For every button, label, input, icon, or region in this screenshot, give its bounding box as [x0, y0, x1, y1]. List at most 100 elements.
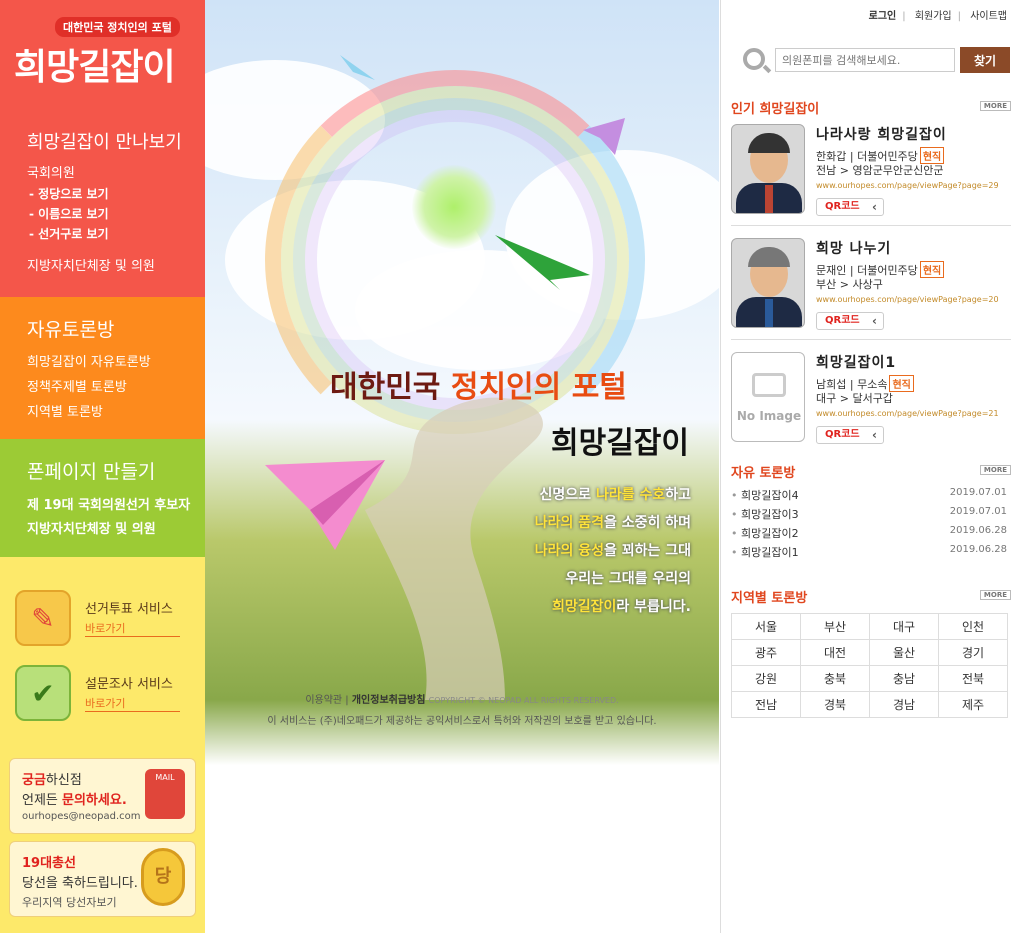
poem-highlight: 나라의 융성	[534, 543, 604, 559]
region-cell[interactable]: 울산	[869, 639, 939, 666]
no-image-text: No Image	[736, 409, 802, 423]
privacy-link[interactable]: 개인정보취급방침	[352, 695, 426, 706]
hero-title: 희망길잡이	[551, 426, 689, 461]
region-cell[interactable]: 대전	[800, 639, 870, 666]
forum-more-button[interactable]: MORE	[979, 465, 1011, 475]
copyright: COPYRIGHT © NEOPAD ALL RIGHTS RESERVED.	[428, 696, 619, 705]
login-link[interactable]: 로그인	[869, 11, 897, 22]
profile-photo[interactable]	[731, 238, 805, 328]
medal-icon: 당	[141, 848, 185, 906]
no-image-placeholder[interactable]: No Image	[731, 352, 805, 442]
profile-page-name[interactable]: 나라사랑 희망길잡이	[816, 124, 947, 144]
region-cell[interactable]: 충북	[800, 665, 870, 692]
region-cell[interactable]: 전남	[731, 691, 801, 718]
forum-menu-item[interactable]: 지역별 토론방	[27, 400, 151, 425]
region-cell[interactable]: 광주	[731, 639, 801, 666]
region-cell[interactable]: 제주	[938, 691, 1008, 718]
poem-highlight: 나라를 수호	[595, 487, 666, 503]
forum-menu-item[interactable]: 희망길잡이 자유토론방	[27, 350, 151, 375]
poem-text: 을 꾀하는 그대	[603, 543, 691, 559]
popular-more-button[interactable]: MORE	[979, 101, 1011, 111]
qr-code-button[interactable]: QR코드	[816, 426, 884, 444]
profile-url[interactable]: www.ourhopes.com/page/viewPage?page=20	[816, 295, 999, 304]
region-forum-title: 지역별 토론방	[731, 591, 808, 606]
forum-row[interactable]: 희망길잡이3 2019.07.01	[731, 506, 1013, 525]
top-nav: 로그인 | 회원가입 | 사이트맵	[868, 11, 1007, 22]
forum-post-title[interactable]: 희망길잡이2	[731, 527, 799, 540]
winners-promo[interactable]: 19대총선 당선을 축하드립니다. 우리지역 당선자보기 당	[9, 841, 196, 917]
sitemap-link[interactable]: 사이트맵	[970, 11, 1007, 22]
region-cell[interactable]: 충남	[869, 665, 939, 692]
region-cell[interactable]: 경남	[869, 691, 939, 718]
menu-national[interactable]: 국회의원	[27, 164, 155, 184]
forum-menu-title[interactable]: 자유토론방	[27, 315, 114, 342]
popular-title: 인기 희망길잡이	[731, 102, 820, 117]
poem-highlight: 나라의 품격	[534, 515, 604, 531]
footer-links: 이용약관 | 개인정보취급방침 COPYRIGHT © NEOPAD ALL R…	[305, 695, 619, 706]
vote-service-link[interactable]: 바로가기	[85, 620, 180, 637]
region-cell[interactable]: 대구	[869, 613, 939, 640]
profile-page-name[interactable]: 희망 나누기	[816, 238, 891, 258]
menu-local[interactable]: 지방자치단체장 및 의원	[27, 257, 155, 277]
forum-post-date: 2019.07.01	[949, 487, 1007, 498]
menu-by-district[interactable]: - 선거구로 보기	[27, 224, 155, 244]
terms-link[interactable]: 이용약관	[305, 695, 342, 706]
vote-service[interactable]: ✎ 선거투표 서비스 바로가기	[15, 590, 195, 650]
poem-text: 라 부릅니다.	[616, 599, 691, 615]
profile-region: 부산 > 사상구	[816, 278, 883, 291]
promo-text: 문의하세요.	[62, 793, 127, 808]
region-cell[interactable]: 전북	[938, 665, 1008, 692]
menu-meet-title[interactable]: 희망길잡이 만나보기	[27, 128, 182, 154]
profile-page-name[interactable]: 희망길잡이1	[816, 352, 896, 372]
profile-card[interactable]: 나라사랑 희망길잡이 한화갑 | 더불어민주당 현직 전남 > 영암군무안군신안군…	[731, 120, 1011, 226]
promo-text: 언제든	[22, 793, 63, 808]
promo-text: 우리지역 당선자보기	[22, 896, 117, 909]
forum-post-date: 2019.06.28	[949, 525, 1007, 536]
hero-slogan: 대한민국 정치인의 포털	[330, 362, 627, 406]
region-cell[interactable]: 경기	[938, 639, 1008, 666]
logo[interactable]: 희망길잡이	[14, 38, 176, 90]
region-more-button[interactable]: MORE	[979, 590, 1011, 600]
forum-post-title[interactable]: 희망길잡이1	[731, 546, 799, 559]
region-cell[interactable]: 부산	[800, 613, 870, 640]
forum-row[interactable]: 희망길잡이1 2019.06.28	[731, 544, 1013, 563]
profile-card[interactable]: 희망 나누기 문재인 | 더불어민주당 현직 부산 > 사상구 www.ourho…	[731, 234, 1011, 340]
signup-link[interactable]: 회원가입	[915, 11, 952, 22]
forum-menu-item[interactable]: 정책주제별 토론방	[27, 375, 151, 400]
search-button[interactable]: 찾기	[960, 47, 1010, 73]
fanpage-menu-item[interactable]: 지방자치단체장 및 의원	[27, 518, 190, 542]
fanpage-menu-title[interactable]: 폰페이지 만들기	[27, 457, 155, 484]
hero-slogan-a: 대한민국	[330, 370, 451, 405]
forum-post-title[interactable]: 희망길잡이3	[731, 508, 799, 521]
poem-text: 을 소중히 하며	[603, 515, 691, 531]
poem-text: 신명으로	[539, 487, 596, 503]
logo-area: 대한민국 정치인의 포털 희망길잡이 희망길잡이 만나보기 국회의원 - 정당으…	[0, 0, 205, 297]
survey-service-title: 설문조사 서비스	[85, 677, 173, 692]
footer-note: 이 서비스는 (주)네오패드가 제공하는 공익서비스로서 특허와 저작권의 보호…	[267, 716, 657, 727]
search-input[interactable]	[775, 48, 955, 72]
poem-highlight: 희망길잡이	[552, 599, 617, 615]
survey-service[interactable]: ✔ 설문조사 서비스 바로가기	[15, 665, 195, 725]
survey-service-link[interactable]: 바로가기	[85, 695, 180, 712]
logo-tagline: 대한민국 정치인의 포털	[55, 17, 180, 37]
left-sidebar: 대한민국 정치인의 포털 희망길잡이 희망길잡이 만나보기 국회의원 - 정당으…	[0, 0, 205, 933]
profile-photo[interactable]	[731, 124, 805, 214]
menu-by-name[interactable]: - 이름으로 보기	[27, 204, 155, 224]
profile-url[interactable]: www.ourhopes.com/page/viewPage?page=29	[816, 181, 999, 190]
region-cell[interactable]: 서울	[731, 613, 801, 640]
forum-row[interactable]: 희망길잡이4 2019.07.01	[731, 487, 1013, 506]
fanpage-menu-item[interactable]: 제 19대 국회의원선거 후보자	[27, 494, 190, 518]
forum-post-title[interactable]: 희망길잡이4	[731, 489, 799, 502]
forum-menu: 자유토론방 희망길잡이 자유토론방 정책주제별 토론방 지역별 토론방	[0, 297, 205, 439]
forum-title: 자유 토론방	[731, 466, 796, 481]
profile-url[interactable]: www.ourhopes.com/page/viewPage?page=21	[816, 409, 999, 418]
menu-by-party[interactable]: - 정당으로 보기	[27, 184, 155, 204]
contact-promo[interactable]: 궁금하신점 언제든 문의하세요. ourhopes@neopad.com MAI…	[9, 758, 196, 834]
qr-code-button[interactable]: QR코드	[816, 312, 884, 330]
qr-code-button[interactable]: QR코드	[816, 198, 884, 216]
region-cell[interactable]: 강원	[731, 665, 801, 692]
region-cell[interactable]: 인천	[938, 613, 1008, 640]
region-cell[interactable]: 경북	[800, 691, 870, 718]
forum-row[interactable]: 희망길잡이2 2019.06.28	[731, 525, 1013, 544]
profile-card[interactable]: No Image 희망길잡이1 남희섭 | 무소속 현직 대구 > 달서구갑 ww…	[731, 348, 1011, 454]
